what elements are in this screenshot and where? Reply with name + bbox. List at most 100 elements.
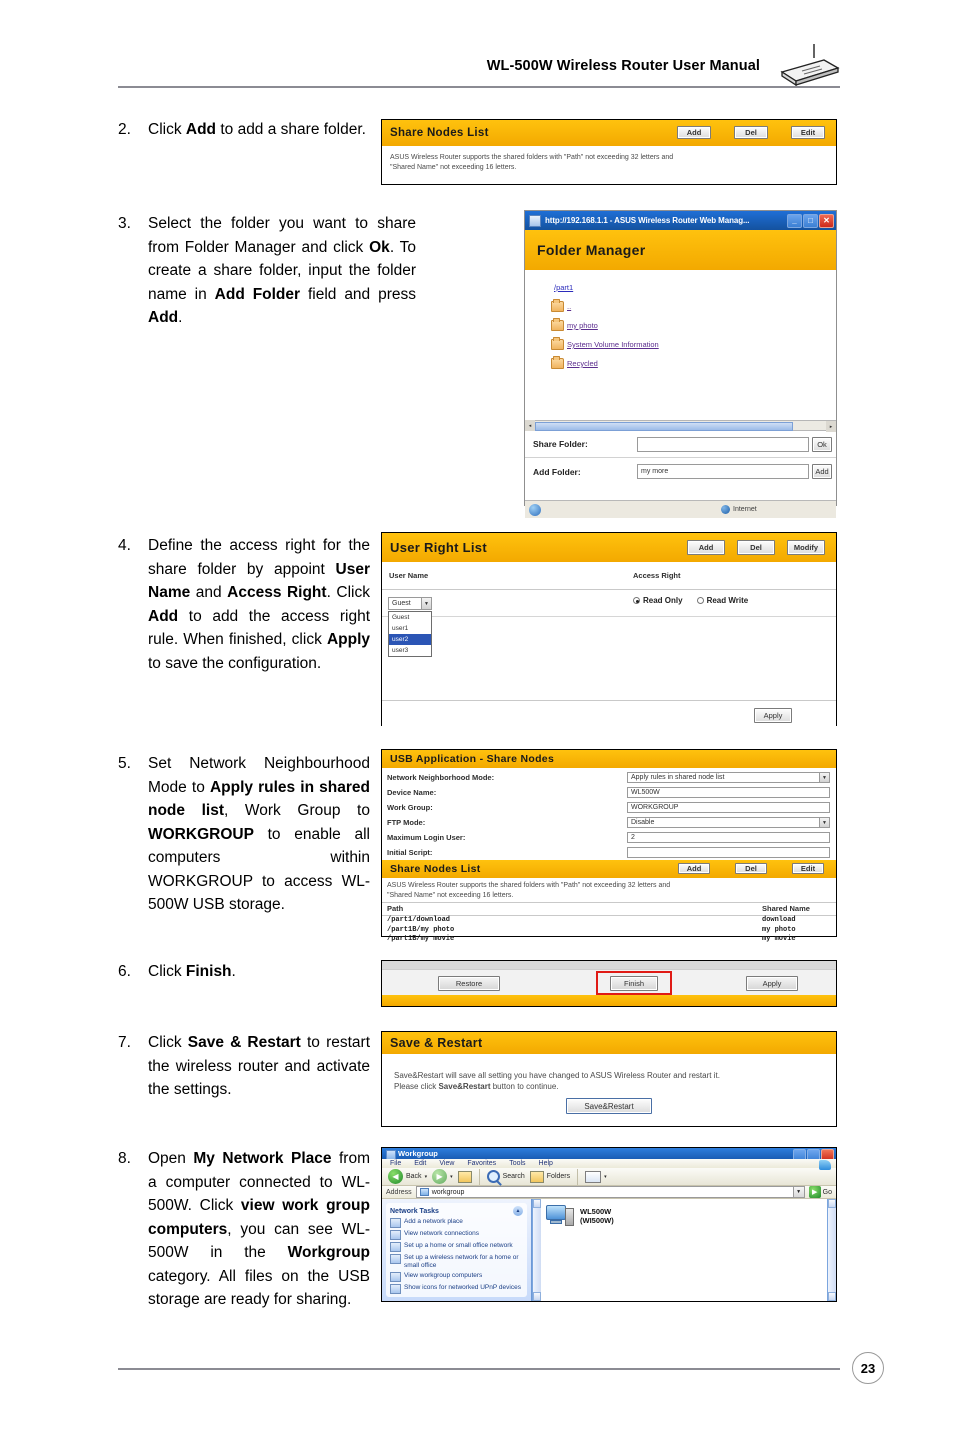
- add-folder-input[interactable]: my more: [637, 464, 809, 479]
- table-row[interactable]: /part1B/my photo my photo: [382, 926, 836, 936]
- sidebar-item-setup-wireless-network[interactable]: Set up a wireless network for a home or …: [388, 1253, 525, 1271]
- chevron-down-icon[interactable]: ▼: [421, 598, 431, 609]
- usb-share-nodes-add-button[interactable]: Add: [678, 863, 710, 874]
- folder-list-item[interactable]: my photo: [551, 316, 836, 335]
- folder-list-item[interactable]: ..: [551, 297, 836, 316]
- share-folder-label: Share Folder:: [533, 439, 588, 449]
- step-4: 4. Define the access right for the share…: [118, 534, 370, 675]
- dropdown-option-selected[interactable]: user2: [389, 634, 431, 645]
- sidebar-item-add-network-place[interactable]: Add a network place: [388, 1217, 525, 1229]
- explorer-left-scrollbar[interactable]: [532, 1199, 541, 1301]
- chevron-down-icon[interactable]: ▾: [425, 1174, 428, 1180]
- user-right-title: User Right List: [390, 540, 487, 555]
- collapse-icon[interactable]: ▲: [513, 1206, 523, 1216]
- user-right-del-button[interactable]: Del: [737, 540, 775, 555]
- sidebar-item-view-network-connections[interactable]: View network connections: [388, 1229, 525, 1241]
- read-only-radio[interactable]: Read Only: [633, 596, 683, 605]
- minimize-icon[interactable]: _: [787, 213, 802, 228]
- save-restart-button[interactable]: Save&Restart: [566, 1098, 652, 1114]
- share-nodes-add-button[interactable]: Add: [677, 126, 711, 139]
- explorer-right-scrollbar[interactable]: [827, 1199, 836, 1301]
- user-name-dropdown-list[interactable]: Guest user1 user2 user3: [388, 611, 432, 657]
- sidebar-item-view-workgroup-computers[interactable]: View workgroup computers: [388, 1271, 525, 1283]
- header-divider: [118, 86, 840, 88]
- forward-button[interactable]: ▶ ▾: [432, 1169, 453, 1185]
- close-icon[interactable]: ✕: [819, 213, 834, 228]
- folder-list-item[interactable]: Recycled: [551, 354, 836, 373]
- menu-view[interactable]: View: [439, 1160, 454, 1167]
- radio-icon: [696, 597, 704, 605]
- menu-tools[interactable]: Tools: [509, 1160, 525, 1167]
- chevron-down-icon[interactable]: ▼: [792, 1187, 804, 1197]
- scroll-down-icon[interactable]: [828, 1292, 836, 1301]
- dropdown-option[interactable]: user1: [389, 623, 431, 634]
- horizontal-scrollbar[interactable]: ◂ ▸: [525, 420, 836, 432]
- user-right-table-header: User Name Access Right: [382, 562, 836, 590]
- share-folder-ok-button[interactable]: Ok: [812, 436, 832, 452]
- address-input[interactable]: workgroup ▼: [415, 1186, 805, 1198]
- share-nodes-del-button[interactable]: Del: [734, 126, 768, 139]
- apply-button[interactable]: Apply: [746, 976, 798, 991]
- scroll-right-icon[interactable]: ▸: [826, 421, 836, 432]
- go-button[interactable]: ▶ Go: [808, 1186, 832, 1198]
- user-right-modify-button[interactable]: Modify: [787, 540, 825, 555]
- sidebar-item-show-upnp-icons[interactable]: Show icons for networked UPnP devices: [388, 1283, 525, 1295]
- up-button[interactable]: [457, 1170, 472, 1183]
- chevron-down-icon[interactable]: ▾: [450, 1174, 453, 1180]
- menu-file[interactable]: File: [390, 1160, 401, 1167]
- table-row[interactable]: /part1B/my movie my movie: [382, 935, 836, 945]
- share-nodes-edit-button[interactable]: Edit: [791, 126, 825, 139]
- sidebar-item-setup-home-network[interactable]: Set up a home or small office network: [388, 1241, 525, 1253]
- share-folder-input[interactable]: [637, 436, 809, 452]
- scroll-up-icon[interactable]: [828, 1199, 836, 1208]
- menu-favorites[interactable]: Favorites: [467, 1160, 496, 1167]
- work-group-input[interactable]: WORKGROUP: [627, 802, 830, 813]
- table-row[interactable]: /part1/download download: [382, 916, 836, 926]
- step-8: 8. Open My Network Place from a computer…: [118, 1147, 370, 1312]
- scroll-left-icon[interactable]: ◂: [525, 420, 535, 431]
- user-name-select[interactable]: Guest ▼: [388, 597, 432, 610]
- views-button[interactable]: ▾: [585, 1170, 607, 1183]
- chevron-down-icon[interactable]: ▼: [819, 773, 829, 782]
- scroll-down-icon[interactable]: [533, 1292, 541, 1301]
- chevron-down-icon[interactable]: ▼: [819, 818, 829, 827]
- security-zone: Internet: [721, 505, 757, 514]
- folder-link[interactable]: ..: [567, 302, 571, 311]
- usb-share-nodes-edit-button[interactable]: Edit: [792, 863, 824, 874]
- workgroup-computers-icon: [390, 1272, 401, 1282]
- scrollbar-thumb[interactable]: [535, 422, 793, 431]
- user-right-apply-button[interactable]: Apply: [754, 708, 792, 723]
- go-label: Go: [822, 1188, 832, 1196]
- footer-divider: [118, 1368, 840, 1370]
- maximum-login-user-input[interactable]: 2: [627, 832, 830, 843]
- folder-root-link[interactable]: /part1: [554, 283, 573, 292]
- device-name-input[interactable]: WL500W: [627, 787, 830, 798]
- folders-button[interactable]: Folders: [529, 1170, 570, 1183]
- folder-link[interactable]: System Volume Information: [567, 340, 659, 349]
- add-folder-add-button[interactable]: Add: [812, 464, 832, 479]
- initial-script-input[interactable]: [627, 847, 830, 858]
- restore-button[interactable]: Restore: [438, 976, 500, 991]
- ftp-mode-select[interactable]: Disable ▼: [627, 817, 830, 828]
- usb-share-nodes-del-button[interactable]: Del: [735, 863, 767, 874]
- folder-link[interactable]: Recycled: [567, 359, 598, 368]
- dropdown-option[interactable]: Guest: [389, 612, 431, 623]
- folders-icon: [529, 1170, 544, 1183]
- dropdown-option[interactable]: user3: [389, 645, 431, 656]
- access-right-radios: Read Only Read Write: [633, 596, 748, 605]
- chevron-down-icon[interactable]: ▾: [604, 1174, 607, 1180]
- list-item[interactable]: WL500W (WI500W): [546, 1204, 822, 1228]
- network-neighborhood-mode-select[interactable]: Apply rules in shared node list ▼: [627, 772, 830, 783]
- user-right-add-button[interactable]: Add: [687, 540, 725, 555]
- folder-list-item[interactable]: System Volume Information: [551, 335, 836, 354]
- user-right-list-screenshot: User Right List Add Del Modify User Name…: [381, 532, 837, 727]
- maximize-icon[interactable]: □: [803, 213, 818, 228]
- menu-help[interactable]: Help: [539, 1160, 553, 1167]
- back-button[interactable]: ◀ Back ▾: [388, 1169, 428, 1185]
- folder-link[interactable]: my photo: [567, 321, 598, 330]
- menu-edit[interactable]: Edit: [414, 1160, 426, 1167]
- folder-root-item[interactable]: /part1: [551, 278, 836, 297]
- scroll-up-icon[interactable]: [533, 1199, 541, 1208]
- read-write-radio[interactable]: Read Write: [696, 596, 748, 605]
- search-button[interactable]: Search: [486, 1170, 525, 1184]
